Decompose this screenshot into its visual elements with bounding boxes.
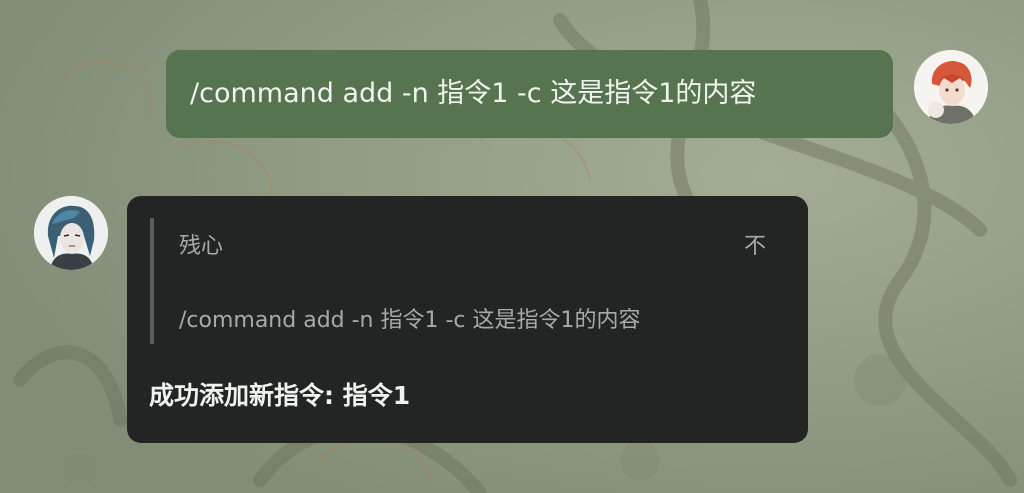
quoted-message[interactable]: 残心 不 /command add -n 指令1 -c 这是指令1的内容 [150, 218, 766, 344]
user-avatar-icon [914, 50, 988, 124]
jump-to-quote-icon[interactable]: 不 [744, 232, 766, 262]
outgoing-message-bubble[interactable]: /command add -n 指令1 -c 这是指令1的内容 [166, 50, 893, 138]
incoming-message-bubble[interactable]: 残心 不 /command add -n 指令1 -c 这是指令1的内容 成功添… [127, 196, 808, 443]
bot-avatar-icon [34, 196, 108, 270]
user-avatar[interactable] [914, 50, 988, 124]
bot-avatar[interactable] [34, 196, 108, 270]
outgoing-message-text: /command add -n 指令1 -c 这是指令1的内容 [190, 78, 757, 109]
incoming-message-text: 成功添加新指令: 指令1 [149, 381, 411, 410]
quoted-author: 残心 [179, 234, 224, 259]
quoted-text: /command add -n 指令1 -c 这是指令1的内容 [179, 308, 641, 333]
